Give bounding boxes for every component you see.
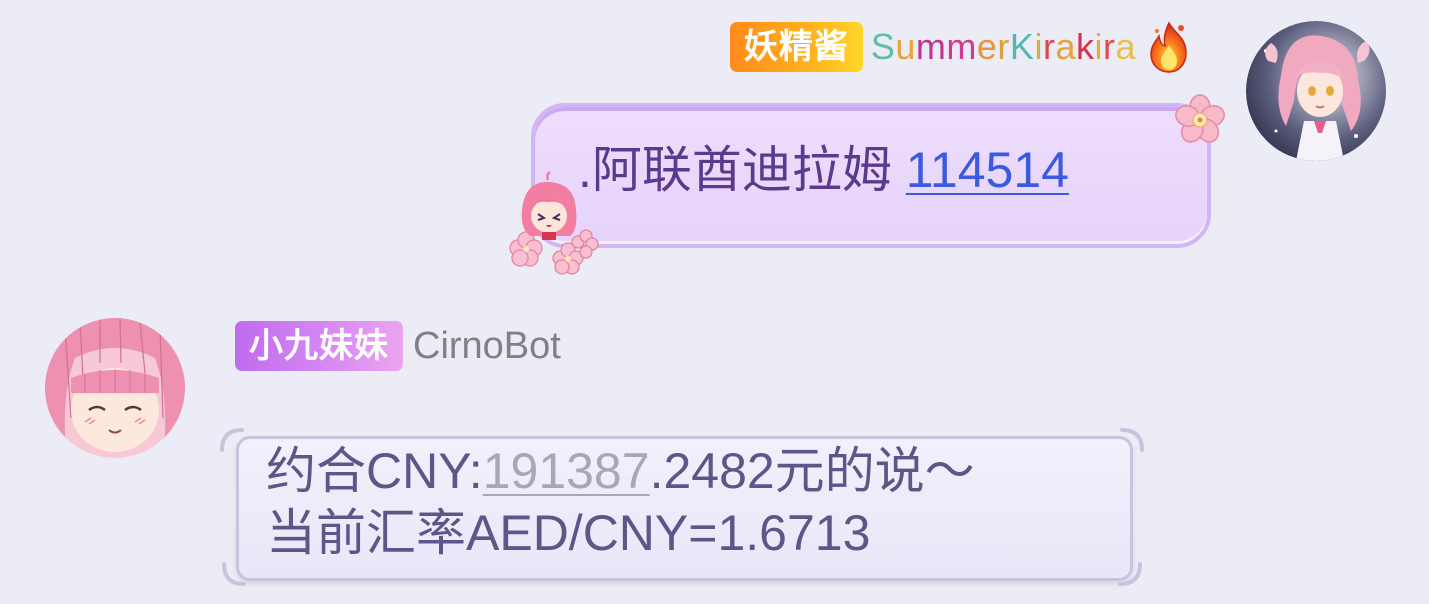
nickname-char: r (1042, 26, 1056, 67)
nickname-char: K (1009, 26, 1035, 67)
message-line-1: 约合CNY:191387.2482元的说～ (266, 440, 975, 502)
bubble-corner-ornament-icon (222, 562, 246, 586)
title-badge[interactable]: 小九妹妹 (235, 321, 403, 371)
nickname-char: r (1102, 26, 1116, 67)
nickname-char: i (1094, 26, 1103, 67)
message-text-incoming: 约合CNY:191387.2482元的说～ 当前汇率AED/CNY=1.6713 (266, 440, 975, 564)
anime-avatar-image (1246, 21, 1386, 161)
nickname-char: u (895, 26, 916, 67)
outgoing-message: 妖精酱 SummerKirakira .阿联酋迪拉姆 114514 (0, 0, 1429, 290)
sender-avatar[interactable] (1246, 21, 1386, 161)
line1-underlined-value[interactable]: 191387 (483, 443, 650, 499)
anime-avatar-image (45, 318, 185, 458)
sender-nickname[interactable]: SummerKirakira (871, 29, 1136, 65)
nickname-char: r (997, 26, 1010, 67)
sender-header: 妖精酱 SummerKirakira (729, 20, 1194, 74)
bubble-corner-ornament-icon (220, 428, 244, 452)
bubble-corner-ornament-icon (1120, 428, 1144, 452)
nickname-char: e (976, 26, 998, 67)
bot-nickname[interactable]: CirnoBot (413, 327, 561, 365)
fire-icon (1150, 21, 1187, 73)
message-text-prefix: .阿联酋迪拉姆 (578, 142, 906, 198)
sakura-flower-icon (1175, 94, 1225, 143)
line1-suffix: .2482元的说～ (649, 443, 975, 499)
nickname-char: k (1075, 26, 1095, 67)
title-badge-label: 妖精酱 (743, 28, 849, 66)
nickname-char: a (1115, 26, 1136, 67)
bubble-corner-ornament-icon (1118, 562, 1142, 586)
message-text-outgoing: .阿联酋迪拉姆 114514 (578, 140, 1069, 200)
message-line-2: 当前汇率AED/CNY=1.6713 (266, 505, 871, 561)
bot-header: 小九妹妹 CirnoBot (235, 320, 561, 372)
nickname-char: S (870, 26, 896, 67)
title-badge-label: 小九妹妹 (249, 327, 389, 365)
nickname-char: i (1034, 26, 1043, 67)
nickname-char: a (1055, 26, 1076, 67)
bot-avatar[interactable] (45, 318, 185, 458)
message-link-number[interactable]: 114514 (906, 142, 1069, 198)
line1-prefix: 约合CNY: (266, 443, 483, 499)
nickname-char: m (915, 26, 947, 67)
title-badge[interactable]: 妖精酱 (729, 22, 863, 72)
nickname-char: m (946, 26, 977, 67)
